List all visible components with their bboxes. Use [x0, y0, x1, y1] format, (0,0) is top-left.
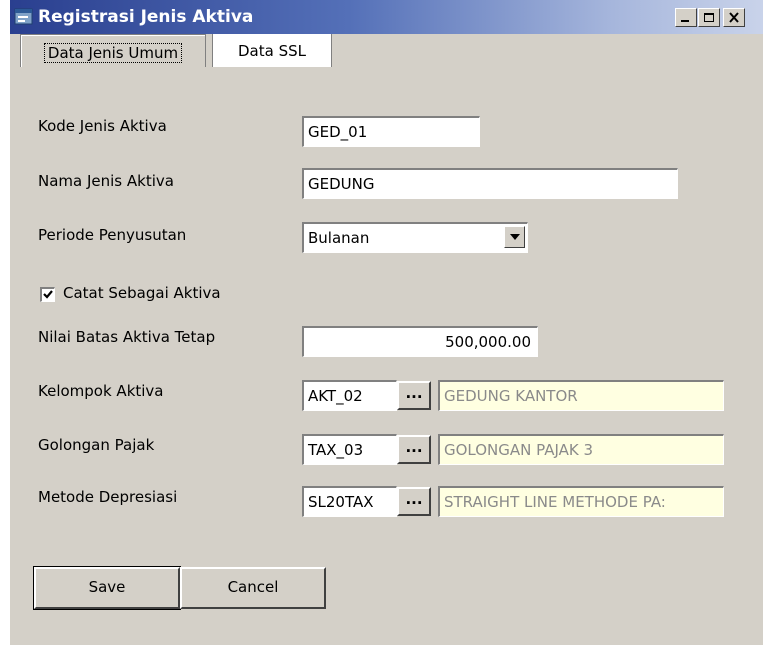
tab-label: Data Jenis Umum	[43, 43, 183, 63]
nama-input[interactable]: GEDUNG	[302, 168, 678, 199]
cancel-button[interactable]: Cancel	[180, 567, 326, 609]
metode-code-input[interactable]: SL20TAX	[302, 486, 397, 517]
tab-label: Data SSL	[238, 42, 306, 60]
kode-label: Kode Jenis Aktiva	[38, 117, 167, 135]
periode-select[interactable]: Bulanan	[302, 222, 528, 253]
close-button[interactable]	[723, 8, 745, 27]
chevron-down-icon	[510, 234, 520, 240]
maximize-icon	[704, 13, 714, 22]
golongan-code-input[interactable]: TAX_03	[302, 434, 397, 465]
save-button[interactable]: Save	[33, 566, 181, 610]
registrasi-window: Registrasi Jenis Aktiva Data Jenis Umum …	[10, 0, 763, 645]
nilai-label: Nilai Batas Aktiva Tetap	[38, 328, 216, 346]
metode-label: Metode Depresiasi	[38, 488, 178, 506]
tab-data-ssl[interactable]: Data SSL	[212, 34, 332, 67]
kelompok-lookup-button[interactable]: ...	[397, 381, 431, 410]
nama-label: Nama Jenis Aktiva	[38, 172, 174, 190]
kelompok-label: Kelompok Aktiva	[38, 382, 164, 400]
dropdown-button[interactable]	[504, 226, 525, 248]
periode-value: Bulanan	[308, 229, 370, 247]
kelompok-code-input[interactable]: AKT_02	[302, 380, 397, 411]
maximize-button[interactable]	[698, 8, 720, 27]
periode-label: Periode Penyusutan	[38, 226, 187, 244]
tab-data-jenis-umum[interactable]: Data Jenis Umum	[20, 34, 206, 67]
kode-input[interactable]: GED_01	[302, 116, 480, 147]
nilai-input[interactable]: 500,000.00	[302, 326, 538, 357]
checkmark-icon	[43, 290, 53, 299]
catat-label[interactable]: Catat Sebagai Aktiva	[63, 284, 221, 302]
title-bar[interactable]: Registrasi Jenis Aktiva	[10, 0, 763, 34]
minimize-icon	[681, 20, 689, 22]
close-icon	[729, 12, 739, 23]
metode-lookup-button[interactable]: ...	[397, 487, 431, 516]
golongan-label: Golongan Pajak	[38, 436, 155, 454]
window-title: Registrasi Jenis Aktiva	[38, 7, 254, 27]
form-window-icon	[14, 7, 34, 27]
golongan-lookup-button[interactable]: ...	[397, 435, 431, 464]
minimize-button[interactable]	[675, 8, 697, 27]
metode-description: STRAIGHT LINE METHODE PA:	[438, 486, 724, 517]
golongan-description: GOLONGAN PAJAK 3	[438, 434, 724, 465]
catat-checkbox[interactable]	[40, 287, 55, 302]
kelompok-description: GEDUNG KANTOR	[438, 380, 724, 411]
